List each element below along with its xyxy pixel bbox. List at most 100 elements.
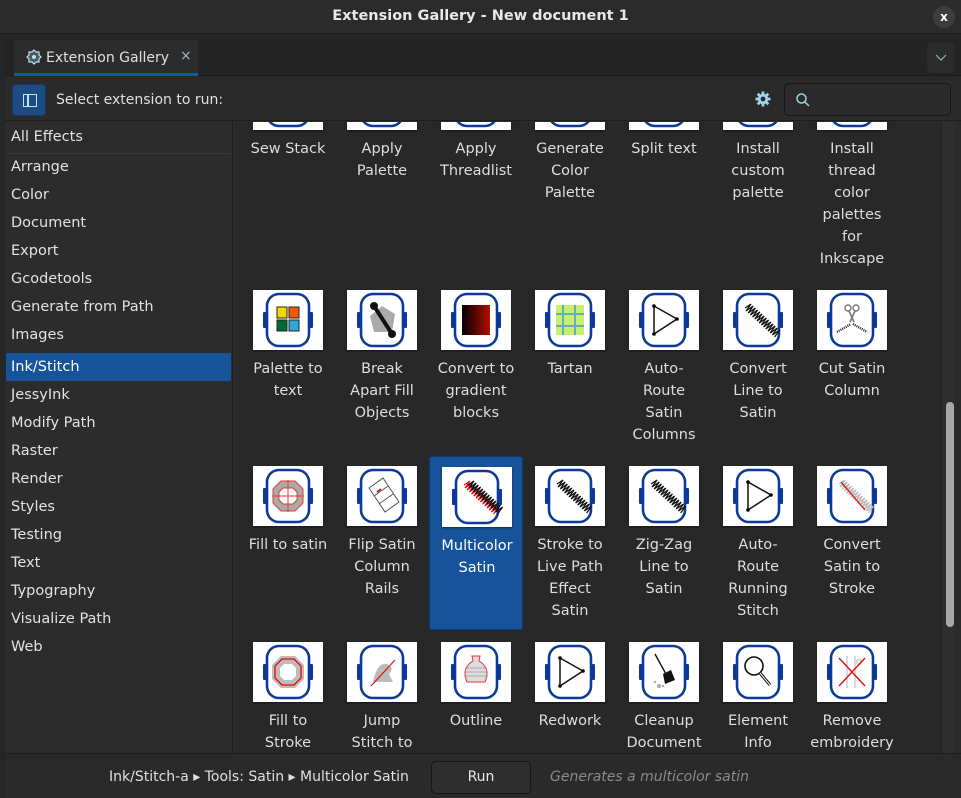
extension-gallery: Sew Stack Apply Palette Apply Threadlist Ge… — [235, 122, 941, 753]
sidebar-item-web[interactable]: Web — [6, 633, 231, 661]
extension-apply-threadlist[interactable]: Apply Threadlist — [429, 122, 523, 234]
extension-redwork[interactable]: Redwork — [523, 632, 617, 753]
auto-route-icon — [535, 642, 605, 702]
extension-convert-to-gradient-blocks[interactable]: Convert to gradient blocks — [429, 280, 523, 454]
extension-cut-satin-column[interactable]: Cut Satin Column — [805, 280, 899, 454]
sidebar-item-visualize-path[interactable]: Visualize Path — [6, 605, 231, 633]
wrench-icon — [347, 290, 417, 350]
sidebar-item-jessyink[interactable]: JessyInk — [6, 381, 231, 409]
extension-label: Stroke to Live Path Effect Satin — [536, 537, 604, 619]
search-icon — [795, 92, 811, 108]
sidebar-item-export[interactable]: Export — [6, 237, 231, 265]
extension-label: Tartan — [547, 361, 593, 377]
extension-label: Convert Satin to Stroke — [823, 537, 881, 597]
extension-apply-palette[interactable]: Apply Palette — [335, 122, 429, 234]
fill-to-stroke-icon — [253, 642, 323, 702]
extension-label: Fill to satin — [248, 537, 328, 553]
title-bar: Extension Gallery - New document 1 x — [0, 0, 961, 34]
sidebar-item-testing[interactable]: Testing — [6, 521, 231, 549]
sidebar-item-document[interactable]: Document — [6, 209, 231, 237]
extension-jump-stitch-to[interactable]: Jump Stitch to — [335, 632, 429, 753]
extension-multicolor-satin[interactable]: Multicolor Satin — [429, 456, 523, 630]
window-close-button[interactable]: x — [933, 6, 955, 28]
sidebar-item-gcodetools[interactable]: Gcodetools — [6, 265, 231, 293]
tab-extension-gallery[interactable]: Extension Gallery × — [14, 40, 198, 76]
sidebar-item-render[interactable]: Render — [6, 465, 231, 493]
extension-zig-zag-line-to-satin[interactable]: Zig-Zag Line to Satin — [617, 456, 711, 630]
extension-label: Jump Stitch to — [351, 713, 413, 751]
search-field[interactable] — [784, 83, 951, 116]
gallery-scrollbar[interactable] — [941, 122, 955, 753]
sidebar-item-generate-from-path[interactable]: Generate from Path — [6, 293, 231, 321]
tab-close-button[interactable]: × — [180, 48, 192, 64]
extension-label: Flip Satin Column Rails — [348, 537, 416, 597]
toolbar-prompt: Select extension to run: — [56, 92, 224, 108]
extension-label: Split text — [631, 141, 697, 157]
extension-remove-embroidery[interactable]: Remove embroidery — [805, 632, 899, 753]
footer-bar: Ink/Stitch-a ▸ Tools: Satin ▸ Multicolor… — [6, 753, 961, 798]
sidebar-item-typography[interactable]: Typography — [6, 577, 231, 605]
extension-cleanup-document[interactable]: Cleanup Document — [617, 632, 711, 753]
gear-icon[interactable] — [754, 90, 772, 108]
sidebar-item-styles[interactable]: Styles — [6, 493, 231, 521]
extension-break-apart-fill-objects[interactable]: Break Apart Fill Objects — [335, 280, 429, 454]
outline-vase-icon — [441, 642, 511, 702]
sidebar-item-modify-path[interactable]: Modify Path — [6, 409, 231, 437]
install-thread-palettes-icon — [817, 122, 887, 130]
apply-threadlist-icon — [441, 122, 511, 130]
tartan-icon — [535, 290, 605, 350]
sidebar-item-raster[interactable]: Raster — [6, 437, 231, 465]
puzzle-gear-icon — [26, 49, 42, 65]
extension-install-thread-color-palettes-for-inkscape[interactable]: Install thread color palettes for Inksca… — [805, 122, 899, 267]
extension-fill-to-stroke[interactable]: Fill to Stroke — [241, 632, 335, 753]
extension-breadcrumb: Ink/Stitch-a ▸ Tools: Satin ▸ Multicolor… — [109, 769, 409, 785]
extension-fill-to-satin[interactable]: Fill to satin — [241, 456, 335, 630]
extension-label: Element Info — [727, 713, 789, 751]
extension-label: Palette to text — [253, 361, 323, 399]
tab-menu-button[interactable] — [927, 43, 955, 73]
extension-palette-to-text[interactable]: Palette to text — [241, 280, 335, 454]
extension-label: Apply Threadlist — [440, 141, 512, 179]
sidebar-item-color[interactable]: Color — [6, 181, 231, 209]
extension-label: Remove embroidery — [810, 713, 894, 751]
fill-to-satin-icon — [253, 466, 323, 526]
generate-palette-icon — [535, 122, 605, 130]
extension-install-custom-palette[interactable]: Install custom palette — [711, 122, 805, 234]
sidebar-toggle-button[interactable] — [12, 84, 46, 116]
satin-zigzag-icon — [723, 290, 793, 350]
extension-label: Install custom palette — [731, 141, 785, 201]
multicolor-satin-icon — [442, 467, 512, 527]
extension-convert-line-to-satin[interactable]: Convert Line to Satin — [711, 280, 805, 454]
window-title: Extension Gallery - New document 1 — [332, 8, 629, 24]
sidebar-item-text[interactable]: Text — [6, 549, 231, 577]
extension-label: Convert Line to Satin — [729, 361, 787, 421]
extension-split-text[interactable]: Split text — [617, 122, 711, 234]
category-sidebar: All Effects Arrange Color Document Export Gco… — [6, 122, 233, 753]
run-button[interactable]: Run — [431, 761, 531, 794]
extension-auto-route-satin-columns[interactable]: Auto- Route Satin Columns — [617, 280, 711, 454]
sidebar-item-arrange[interactable]: Arrange — [6, 153, 231, 181]
chevron-down-icon — [935, 51, 947, 65]
extension-label: Fill to Stroke — [264, 713, 312, 751]
search-input[interactable] — [817, 88, 945, 112]
extension-label: Multicolor Satin — [441, 538, 513, 576]
extension-sew-stack[interactable]: Sew Stack — [241, 122, 335, 234]
sidebar-item-images[interactable]: Images — [6, 321, 231, 349]
apply-palette-icon — [347, 122, 417, 130]
extension-element-info[interactable]: Element Info — [711, 632, 805, 753]
scrollbar-thumb[interactable] — [946, 402, 954, 627]
jump-stitch-icon — [347, 642, 417, 702]
extension-convert-satin-to-stroke[interactable]: Convert Satin to Stroke — [805, 456, 899, 630]
extension-label: Generate Color Palette — [536, 141, 604, 201]
extension-stroke-to-live-path-effect-satin[interactable]: Stroke to Live Path Effect Satin — [523, 456, 617, 630]
extension-outline[interactable]: Outline — [429, 632, 523, 753]
extension-generate-color-palette[interactable]: Generate Color Palette — [523, 122, 617, 234]
sidebar-item-ink-stitch[interactable]: Ink/Stitch — [6, 353, 231, 381]
extension-tartan[interactable]: Tartan — [523, 280, 617, 454]
sidebar-item-all-effects[interactable]: All Effects — [6, 123, 231, 151]
extension-auto-route-running-stitch[interactable]: Auto- Route Running Stitch — [711, 456, 805, 630]
palette-to-text-icon — [253, 290, 323, 350]
extension-label: Auto- Route Satin Columns — [632, 361, 696, 443]
extension-flip-satin-column-rails[interactable]: Flip Satin Column Rails — [335, 456, 429, 630]
remove-embroidery-icon — [817, 642, 887, 702]
